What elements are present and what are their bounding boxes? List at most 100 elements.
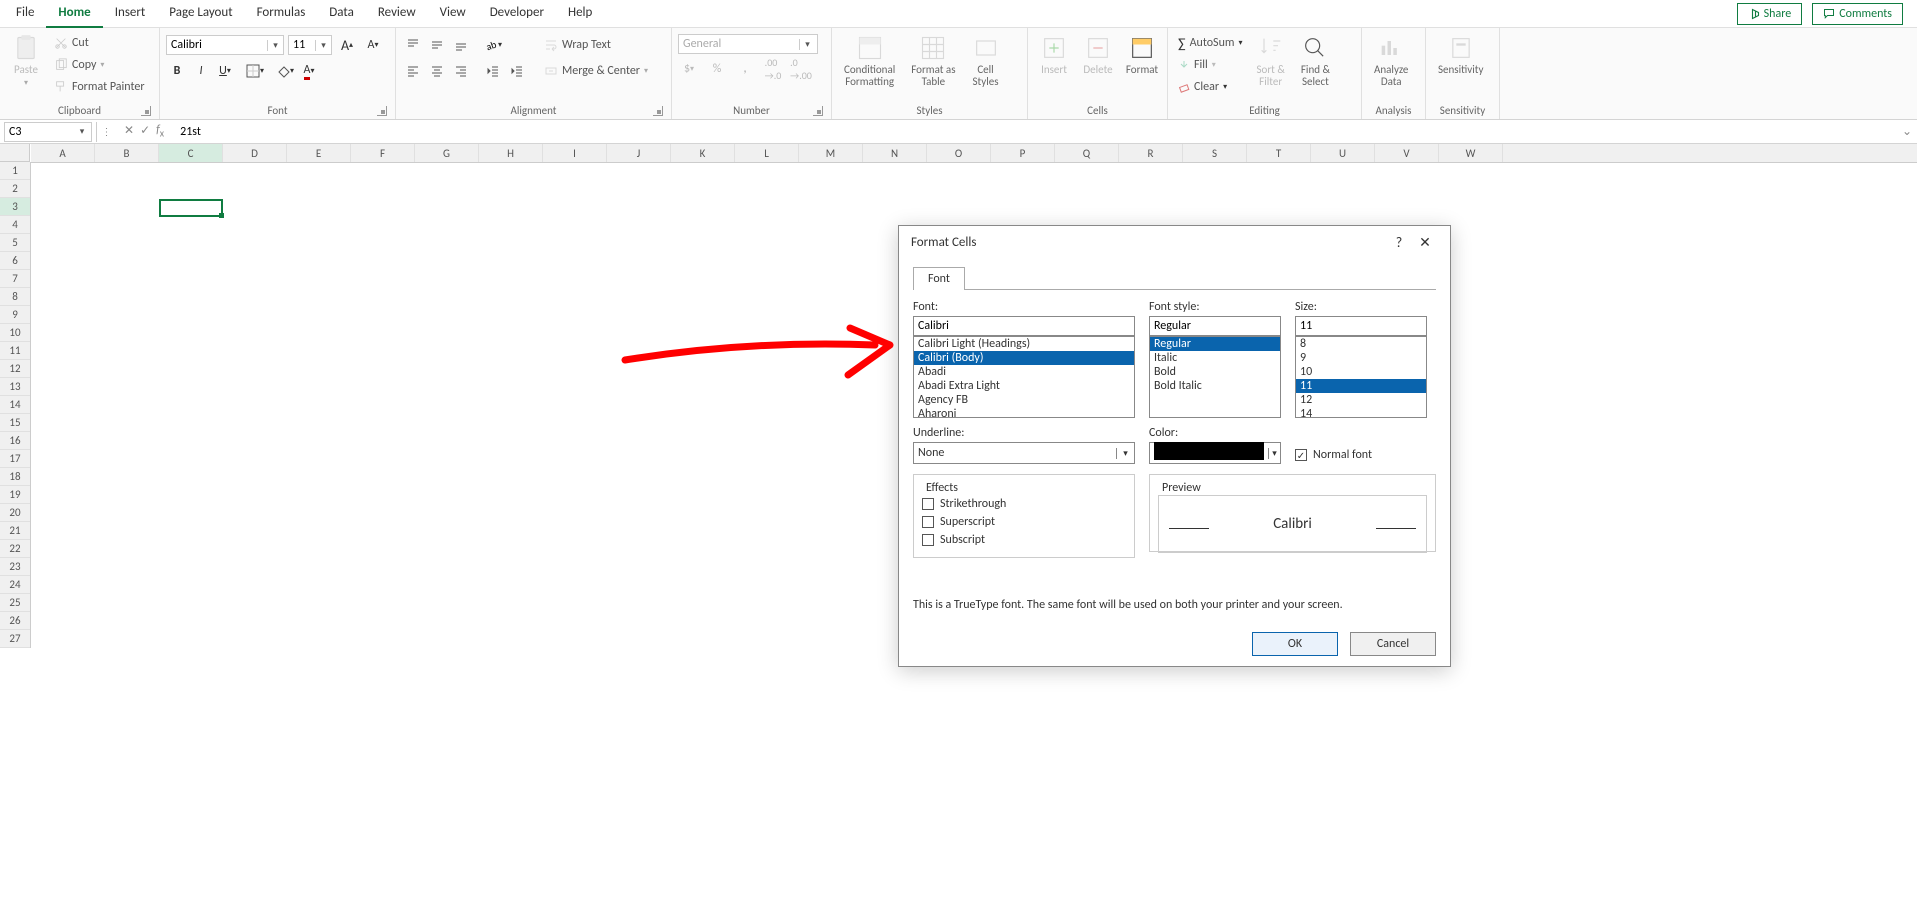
format-painter-button[interactable]: Format Painter bbox=[50, 76, 149, 98]
chevron-down-icon[interactable]: ▾ bbox=[267, 40, 283, 51]
tab-formulas[interactable]: Formulas bbox=[245, 0, 318, 28]
col-header[interactable]: C bbox=[159, 144, 223, 162]
col-header[interactable]: V bbox=[1375, 144, 1439, 162]
style-input[interactable] bbox=[1149, 316, 1281, 336]
currency-button[interactable]: $▾ bbox=[678, 58, 700, 80]
font-name-combo[interactable]: ▾ bbox=[166, 35, 284, 55]
comments-button[interactable]: Comments bbox=[1812, 3, 1903, 25]
tab-review[interactable]: Review bbox=[366, 0, 428, 28]
row-header[interactable]: 13 bbox=[0, 378, 30, 396]
tab-developer[interactable]: Developer bbox=[478, 0, 556, 28]
clipboard-launcher[interactable] bbox=[141, 106, 151, 116]
cell-styles-button[interactable]: Cell Styles bbox=[966, 32, 1006, 90]
chevron-down-icon[interactable]: ▾ bbox=[799, 39, 815, 50]
number-format-input[interactable] bbox=[679, 35, 799, 53]
font-listbox[interactable]: Calibri Light (Headings)Calibri (Body)Ab… bbox=[913, 336, 1135, 418]
color-select[interactable]: ▾ bbox=[1149, 442, 1281, 464]
list-item[interactable]: 11 bbox=[1296, 379, 1426, 393]
decrease-indent-button[interactable] bbox=[482, 60, 504, 82]
row-header[interactable]: 23 bbox=[0, 558, 30, 576]
style-listbox[interactable]: RegularItalicBoldBold Italic bbox=[1149, 336, 1281, 418]
conditional-formatting-button[interactable]: Conditional Formatting bbox=[838, 32, 901, 90]
col-header[interactable]: L bbox=[735, 144, 799, 162]
alignment-launcher[interactable] bbox=[653, 106, 663, 116]
list-item[interactable]: Calibri (Body) bbox=[914, 351, 1134, 365]
dialog-help-button[interactable]: ? bbox=[1386, 234, 1412, 251]
dialog-close-button[interactable]: ✕ bbox=[1412, 234, 1438, 251]
list-item[interactable]: Bold bbox=[1150, 365, 1280, 379]
tab-view[interactable]: View bbox=[428, 0, 478, 28]
row-header[interactable]: 3 bbox=[0, 198, 30, 216]
format-as-table-button[interactable]: Format as Table bbox=[905, 32, 961, 90]
strikethrough-checkbox[interactable]: Strikethrough bbox=[922, 495, 1126, 513]
cut-button[interactable]: Cut bbox=[50, 32, 149, 54]
fx-button[interactable]: fx bbox=[156, 123, 164, 139]
underline-select[interactable]: None▾ bbox=[913, 442, 1135, 464]
active-cell[interactable] bbox=[159, 199, 223, 217]
select-all-corner[interactable] bbox=[0, 144, 30, 162]
list-item[interactable]: Agency FB bbox=[914, 393, 1134, 407]
chevron-down-icon[interactable]: ▾ bbox=[1268, 448, 1280, 459]
sensitivity-button[interactable]: Sensitivity bbox=[1432, 32, 1489, 78]
analyze-data-button[interactable]: Analyze Data bbox=[1368, 32, 1414, 90]
find-select-button[interactable]: Find & Select bbox=[1295, 32, 1336, 90]
tab-help[interactable]: Help bbox=[556, 0, 604, 28]
orientation-button[interactable]: ab▾ bbox=[482, 34, 504, 56]
col-header[interactable]: T bbox=[1247, 144, 1311, 162]
bold-button[interactable]: B bbox=[166, 60, 188, 82]
paste-button[interactable]: Paste ▾ bbox=[6, 32, 46, 90]
increase-indent-button[interactable] bbox=[506, 60, 528, 82]
clear-button[interactable]: Clear▾ bbox=[1174, 76, 1246, 98]
row-header[interactable]: 22 bbox=[0, 540, 30, 558]
tab-data[interactable]: Data bbox=[317, 0, 366, 28]
row-header[interactable]: 26 bbox=[0, 612, 30, 630]
list-item[interactable]: Italic bbox=[1150, 351, 1280, 365]
comma-button[interactable]: , bbox=[734, 58, 756, 80]
size-listbox[interactable]: 8910111214 bbox=[1295, 336, 1427, 418]
align-left-button[interactable] bbox=[402, 60, 424, 82]
row-header[interactable]: 4 bbox=[0, 216, 30, 234]
col-header[interactable]: E bbox=[287, 144, 351, 162]
row-header[interactable]: 2 bbox=[0, 180, 30, 198]
row-header[interactable]: 21 bbox=[0, 522, 30, 540]
align-bottom-button[interactable] bbox=[450, 34, 472, 56]
font-launcher[interactable] bbox=[377, 106, 387, 116]
name-box-input[interactable] bbox=[5, 123, 75, 141]
name-box[interactable]: ▾ bbox=[4, 122, 92, 142]
row-header[interactable]: 20 bbox=[0, 504, 30, 522]
tab-home[interactable]: Home bbox=[46, 0, 102, 28]
subscript-checkbox[interactable]: Subscript bbox=[922, 531, 1126, 549]
shrink-font-button[interactable]: A▾ bbox=[362, 34, 384, 56]
normal-font-checkbox[interactable]: ✓Normal font bbox=[1295, 446, 1372, 464]
col-header[interactable]: J bbox=[607, 144, 671, 162]
font-size-input[interactable] bbox=[289, 36, 315, 54]
col-header[interactable]: R bbox=[1119, 144, 1183, 162]
list-item[interactable]: 9 bbox=[1296, 351, 1426, 365]
sort-filter-button[interactable]: Sort & Filter bbox=[1250, 32, 1290, 90]
chevron-down-icon[interactable]: ▾ bbox=[1116, 448, 1134, 459]
col-header[interactable]: M bbox=[799, 144, 863, 162]
col-header[interactable]: U bbox=[1311, 144, 1375, 162]
row-header[interactable]: 10 bbox=[0, 324, 30, 342]
tab-insert[interactable]: Insert bbox=[103, 0, 158, 28]
share-button[interactable]: Share bbox=[1737, 3, 1803, 25]
align-right-button[interactable] bbox=[450, 60, 472, 82]
font-name-input[interactable] bbox=[167, 36, 267, 54]
col-header[interactable]: S bbox=[1183, 144, 1247, 162]
row-header[interactable]: 27 bbox=[0, 630, 30, 648]
list-item[interactable]: Bold Italic bbox=[1150, 379, 1280, 393]
number-launcher[interactable] bbox=[813, 106, 823, 116]
tab-file[interactable]: File bbox=[4, 0, 46, 28]
autosum-button[interactable]: ∑AutoSum▾ bbox=[1174, 32, 1246, 54]
format-cells-button[interactable]: Format bbox=[1122, 32, 1162, 78]
col-header[interactable]: D bbox=[223, 144, 287, 162]
row-header[interactable]: 1 bbox=[0, 162, 30, 180]
col-header[interactable]: P bbox=[991, 144, 1055, 162]
col-header[interactable]: B bbox=[95, 144, 159, 162]
expand-formula-bar[interactable]: ⌄ bbox=[1897, 124, 1917, 139]
cancel-formula-button[interactable]: ✕ bbox=[124, 123, 134, 139]
font-input[interactable] bbox=[913, 316, 1135, 336]
ok-button[interactable]: OK bbox=[1252, 632, 1338, 656]
list-item[interactable]: 12 bbox=[1296, 393, 1426, 407]
row-header[interactable]: 15 bbox=[0, 414, 30, 432]
